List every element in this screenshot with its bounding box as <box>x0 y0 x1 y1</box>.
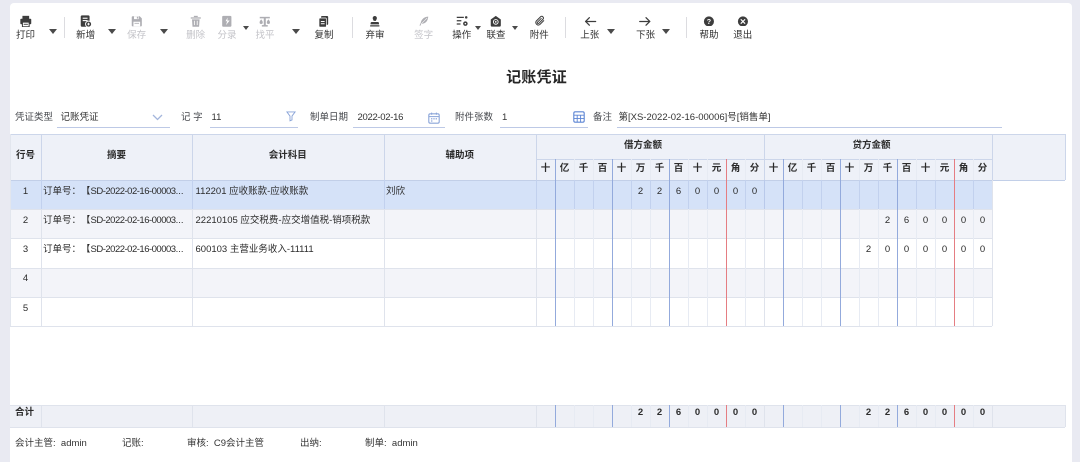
svg-text:?: ? <box>707 18 711 26</box>
